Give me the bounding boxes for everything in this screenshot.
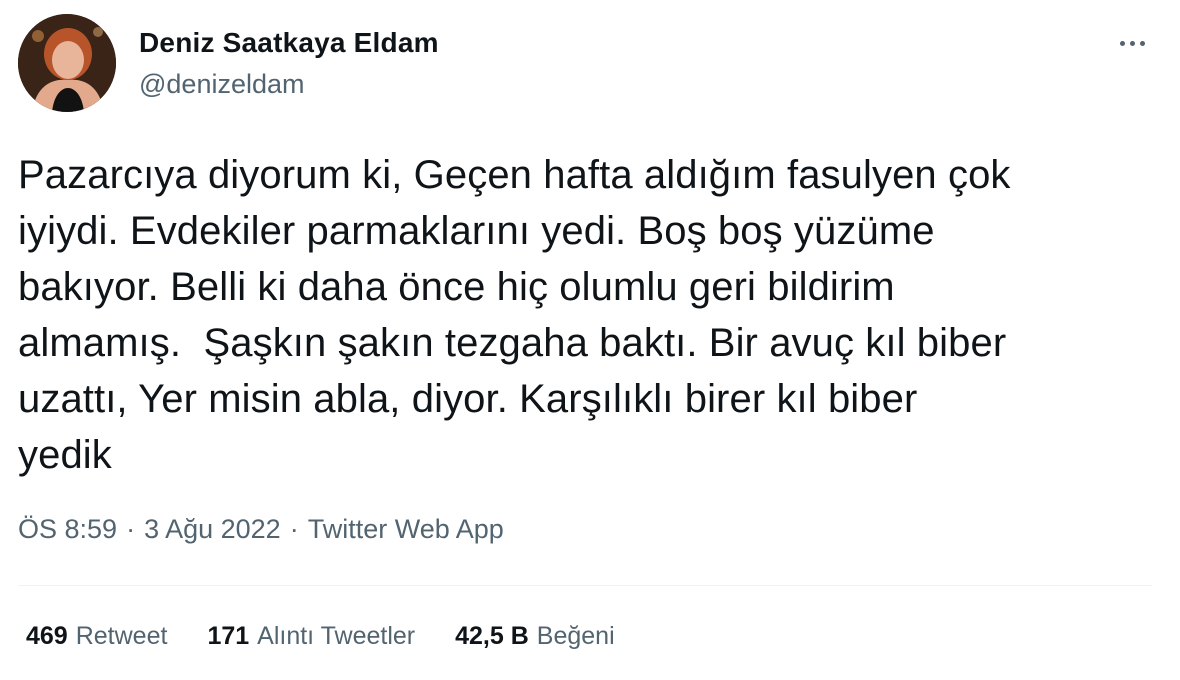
retweets-count: 469	[26, 622, 68, 650]
tweet-date[interactable]: 3 Ağu 2022	[144, 514, 281, 545]
likes-stat[interactable]: 42,5 B Beğeni	[455, 622, 615, 651]
quote-tweets-label: Alıntı Tweetler	[257, 622, 416, 650]
author-display-name[interactable]: Deniz Saatkaya Eldam	[139, 27, 439, 59]
tweet-card: Deniz Saatkaya Eldam @denizeldam Pazarcı…	[0, 0, 1180, 680]
author-handle[interactable]: @denizeldam	[139, 69, 305, 100]
more-options-button[interactable]	[1110, 28, 1154, 58]
quote-tweets-stat[interactable]: 171 Alıntı Tweetler	[207, 622, 415, 651]
tweet-text: Pazarcıya diyorum ki, Geçen hafta aldığı…	[18, 153, 1011, 477]
avatar[interactable]	[18, 14, 116, 112]
more-horizontal-icon	[1119, 40, 1125, 46]
tweet-stats: 469 Retweet 171 Alıntı Tweetler 42,5 B B…	[26, 622, 655, 651]
tweet-source[interactable]: Twitter Web App	[308, 514, 504, 545]
likes-count: 42,5 B	[455, 622, 529, 650]
avatar-image	[18, 14, 116, 112]
divider	[18, 585, 1152, 586]
meta-separator: ·	[126, 514, 136, 544]
likes-label: Beğeni	[536, 622, 615, 650]
retweets-stat[interactable]: 469 Retweet	[26, 622, 167, 651]
meta-separator: ·	[289, 514, 299, 544]
retweets-label: Retweet	[75, 622, 168, 650]
tweet-time[interactable]: ÖS 8:59	[18, 514, 117, 545]
tweet-meta: ÖS 8:59 · 3 Ağu 2022 · Twitter Web App	[18, 514, 504, 545]
quote-tweets-count: 171	[207, 622, 250, 650]
